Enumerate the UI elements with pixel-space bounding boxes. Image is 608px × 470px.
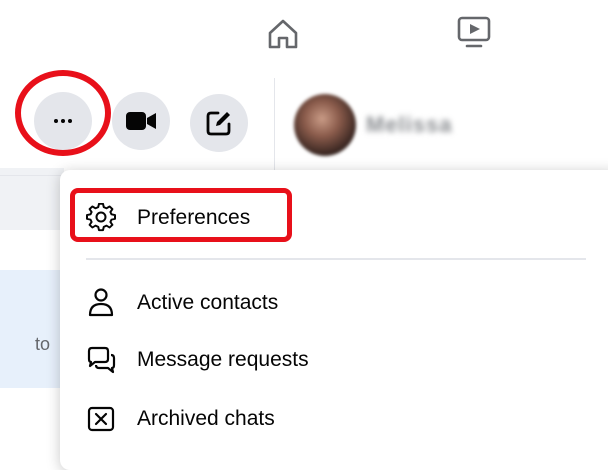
pane-divider bbox=[274, 78, 275, 176]
chat-list-search-strip bbox=[0, 168, 64, 230]
video-play-icon[interactable] bbox=[452, 12, 496, 52]
video-camera-icon bbox=[126, 112, 156, 130]
compose-edit-icon bbox=[206, 111, 231, 136]
chat-bubbles-icon bbox=[84, 343, 118, 377]
contact-name[interactable]: Melissa bbox=[366, 112, 453, 138]
menu-item-label: Message requests bbox=[137, 348, 309, 371]
menu-item-active-contacts[interactable]: Active contacts bbox=[60, 278, 600, 328]
menu-item-archived-chats[interactable]: Archived chats bbox=[60, 394, 600, 444]
chat-list-selected-item[interactable] bbox=[0, 270, 64, 388]
menu-item-label: Active contacts bbox=[137, 291, 279, 314]
top-navigation-bar bbox=[0, 0, 608, 78]
person-icon bbox=[84, 286, 118, 320]
new-message-button[interactable] bbox=[190, 94, 248, 152]
more-options-highlight bbox=[15, 70, 111, 156]
chat-list-truncated-text: to bbox=[35, 334, 51, 354]
video-call-button[interactable] bbox=[112, 92, 170, 150]
menu-item-label: Archived chats bbox=[137, 407, 275, 430]
archive-x-icon bbox=[84, 402, 118, 436]
home-icon[interactable] bbox=[263, 14, 303, 54]
avatar[interactable] bbox=[294, 94, 356, 156]
menu-divider bbox=[86, 258, 586, 260]
menu-item-message-requests[interactable]: Message requests bbox=[60, 335, 600, 385]
preferences-highlight bbox=[70, 188, 292, 242]
chat-list-background bbox=[0, 230, 64, 270]
